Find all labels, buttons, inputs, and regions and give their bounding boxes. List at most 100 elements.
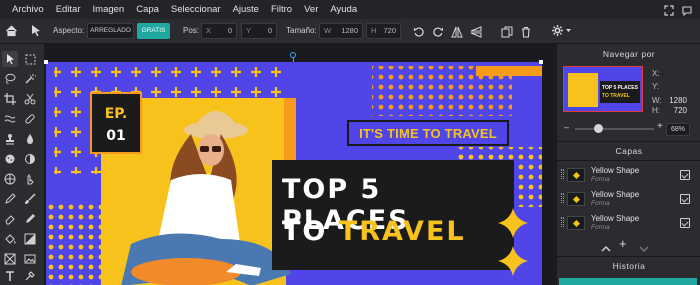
- pos-y-prefix: Y: [246, 26, 252, 35]
- select-tool-icon[interactable]: [2, 51, 18, 67]
- size-h-field[interactable]: H 720: [366, 23, 401, 39]
- tagline-text: IT'S TIME TO TRAVEL: [359, 126, 497, 141]
- pos-y-field[interactable]: Y 0: [241, 23, 277, 39]
- brush-tool-icon[interactable]: [22, 191, 38, 207]
- layer-visibility-checkbox[interactable]: [680, 170, 690, 180]
- menu-bar: Archivo Editar Imagen Capa Seleccionar A…: [0, 0, 700, 19]
- eyedropper-tool-icon[interactable]: [22, 268, 38, 284]
- menu-ajuste[interactable]: Ajuste: [227, 0, 265, 19]
- lasso-tool-icon[interactable]: [2, 71, 18, 87]
- app-window: Archivo Editar Imagen Capa Seleccionar A…: [0, 0, 700, 285]
- flip-horizontal-icon[interactable]: [451, 25, 463, 43]
- dodge-tool-icon[interactable]: [22, 151, 38, 167]
- pos-x-value: 0: [227, 26, 232, 35]
- image-tool-icon[interactable]: [22, 251, 38, 267]
- canvas-top-strip: [44, 44, 556, 62]
- aspect-free-button[interactable]: GRATIS: [137, 23, 170, 39]
- duplicate-icon[interactable]: [501, 25, 513, 43]
- menu-seleccionar[interactable]: Seleccionar: [165, 0, 227, 19]
- rotate-right-icon[interactable]: [432, 25, 444, 43]
- menu-ayuda[interactable]: Ayuda: [324, 0, 363, 19]
- shape-tool-icon[interactable]: [2, 251, 18, 267]
- headline-line-2-prefix: TO: [282, 216, 339, 247]
- layer-row[interactable]: Yellow Shape Forma: [557, 211, 700, 235]
- episode-number: 01: [106, 128, 126, 144]
- layer-thumbnail: [567, 216, 585, 230]
- sparkle-stars: [498, 208, 528, 276]
- magic-wand-icon[interactable]: [22, 71, 38, 87]
- zoom-in-button[interactable]: +: [657, 121, 663, 132]
- layer-type: Forma: [591, 224, 610, 231]
- layer-name: Yellow Shape: [591, 214, 640, 223]
- menu-archivo[interactable]: Archivo: [0, 0, 50, 19]
- gradient-tool-icon[interactable]: [22, 231, 38, 247]
- chat-icon[interactable]: [682, 3, 692, 17]
- menu-capa[interactable]: Capa: [130, 0, 165, 19]
- layer-row[interactable]: Yellow Shape Forma: [557, 187, 700, 211]
- zoom-slider-knob[interactable]: [594, 124, 604, 133]
- nav-h-value: 720: [673, 106, 687, 115]
- fullscreen-icon[interactable]: [664, 3, 674, 16]
- history-divider: [557, 256, 700, 257]
- layer-name: Yellow Shape: [591, 190, 640, 199]
- size-w-field[interactable]: W 1280: [319, 23, 363, 39]
- selection-handle-tr[interactable]: [539, 60, 543, 64]
- layer-visibility-checkbox[interactable]: [680, 194, 690, 204]
- clone-stamp-icon[interactable]: [2, 131, 18, 147]
- size-h-prefix: H: [371, 26, 377, 35]
- aspect-locked-button[interactable]: ARREGLADO: [87, 23, 134, 39]
- add-layer-button[interactable]: +: [619, 236, 627, 251]
- flip-vertical-icon[interactable]: [470, 25, 482, 43]
- cut-tool-icon[interactable]: [22, 91, 38, 107]
- layers-title: Capas: [615, 146, 643, 156]
- smudge-tool-icon[interactable]: [22, 171, 38, 187]
- zoom-input[interactable]: 68%: [666, 123, 690, 136]
- pen-tool-icon[interactable]: [2, 191, 18, 207]
- heal-tool-icon[interactable]: [22, 111, 38, 127]
- headline-line-2: TO TRAVEL: [282, 216, 512, 247]
- layer-visibility-checkbox[interactable]: [680, 218, 690, 228]
- grid-tool-icon[interactable]: [2, 171, 18, 187]
- design-canvas[interactable]: EP. 01 IT'S TIME TO TRAVEL TOP 5 PLACES …: [46, 62, 542, 285]
- menu-filtro[interactable]: Filtro: [265, 0, 298, 19]
- selection-handle-tl[interactable]: [44, 60, 48, 64]
- layer-thumbnail: [567, 168, 585, 182]
- menu-editar[interactable]: Editar: [50, 0, 87, 19]
- pos-x-field[interactable]: X 0: [201, 23, 237, 39]
- nav-h-label: H:: [652, 106, 660, 115]
- pos-label: Pos:: [183, 26, 200, 35]
- tagline-box: IT'S TIME TO TRAVEL: [347, 120, 509, 146]
- history-title: Historia: [612, 261, 646, 271]
- crop-tool-icon[interactable]: [2, 91, 18, 107]
- drag-handle-icon[interactable]: [561, 169, 564, 179]
- zoom-out-button[interactable]: –: [564, 122, 569, 132]
- canvas-workspace[interactable]: EP. 01 IT'S TIME TO TRAVEL TOP 5 PLACES …: [44, 44, 556, 285]
- drag-handle-icon[interactable]: [561, 217, 564, 227]
- layer-row[interactable]: Yellow Shape Forma: [557, 163, 700, 187]
- navigator-thumbnail[interactable]: TOP 5 PLACES TO TRAVEL: [563, 66, 643, 112]
- home-icon[interactable]: [5, 24, 18, 42]
- thumb-yellow-block: [568, 73, 598, 107]
- move-tool-icon[interactable]: [30, 24, 42, 42]
- nav-w-value: 1280: [669, 96, 687, 105]
- navigator-title: Navegar por: [602, 49, 656, 59]
- thumb-headline-2: TO TRAVEL: [602, 93, 630, 99]
- eraser-tool-icon[interactable]: [2, 211, 18, 227]
- layer-thumbnail: [567, 192, 585, 206]
- fill-bucket-icon[interactable]: [2, 231, 18, 247]
- rotate-left-icon[interactable]: [413, 25, 425, 43]
- history-active-item[interactable]: [559, 278, 697, 285]
- liquify-tool-icon[interactable]: [2, 111, 18, 127]
- window-controls: [664, 3, 692, 17]
- drag-handle-icon[interactable]: [561, 193, 564, 203]
- marquee-tool-icon[interactable]: [22, 51, 38, 67]
- zoom-slider-track[interactable]: [575, 128, 654, 130]
- trash-icon[interactable]: [520, 25, 532, 43]
- blur-drop-icon[interactable]: [22, 131, 38, 147]
- menu-imagen[interactable]: Imagen: [87, 0, 131, 19]
- settings-gear-icon[interactable]: [551, 24, 571, 42]
- menu-ver[interactable]: Ver: [298, 0, 324, 19]
- sponge-tool-icon[interactable]: [2, 151, 18, 167]
- text-tool-icon[interactable]: [2, 268, 18, 284]
- pencil-tool-icon[interactable]: [22, 211, 38, 227]
